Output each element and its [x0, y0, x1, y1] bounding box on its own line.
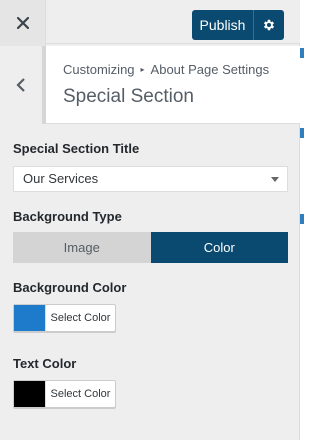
- special-section-title-select[interactable]: Our Services: [13, 166, 288, 192]
- close-button[interactable]: [0, 0, 46, 46]
- background-color-button[interactable]: Select Color: [13, 304, 116, 332]
- publish-button[interactable]: Publish: [192, 10, 254, 40]
- background-type-image-option[interactable]: Image: [13, 232, 151, 263]
- background-color-button-label: Select Color: [45, 305, 115, 331]
- text-color-swatch: [14, 381, 45, 407]
- breadcrumb-separator-icon: ▸: [140, 65, 145, 74]
- text-color-label: Text Color: [13, 356, 77, 371]
- breadcrumb-root: Customizing: [63, 62, 135, 77]
- text-color-button-label: Select Color: [45, 381, 115, 407]
- background-type-label: Background Type: [13, 209, 122, 224]
- customizer-header: Publish: [0, 0, 300, 46]
- back-button[interactable]: [0, 46, 46, 124]
- background-color-swatch: [14, 305, 45, 331]
- customizer-frame: Publish Customizing ▸ About Page Settings …: [0, 0, 304, 440]
- section-header: Customizing ▸ About Page Settings Special …: [0, 46, 300, 124]
- chevron-down-icon: [271, 177, 279, 182]
- gear-icon: [263, 19, 275, 31]
- breadcrumb-parent: About Page Settings: [150, 62, 270, 77]
- chevron-left-icon: [16, 78, 25, 92]
- close-icon: [16, 17, 29, 29]
- preview-edge-mark: [300, 48, 304, 58]
- publish-group: Publish: [192, 10, 284, 40]
- customizer-panel: Publish Customizing ▸ About Page Settings …: [0, 0, 300, 440]
- breadcrumb: Customizing ▸ About Page Settings: [63, 62, 269, 77]
- special-section-title-label: Special Section Title: [13, 141, 140, 156]
- publish-settings-button[interactable]: [254, 10, 284, 40]
- background-type-color-option[interactable]: Color: [150, 232, 288, 263]
- background-color-label: Background Color: [13, 280, 127, 295]
- background-type-toggle: Image Color: [13, 232, 288, 263]
- preview-edge-mark: [300, 128, 304, 138]
- text-color-button[interactable]: Select Color: [13, 380, 116, 408]
- preview-edge-mark: [300, 214, 304, 224]
- section-title: Special Section: [63, 86, 194, 107]
- select-value: Our Services: [23, 171, 99, 186]
